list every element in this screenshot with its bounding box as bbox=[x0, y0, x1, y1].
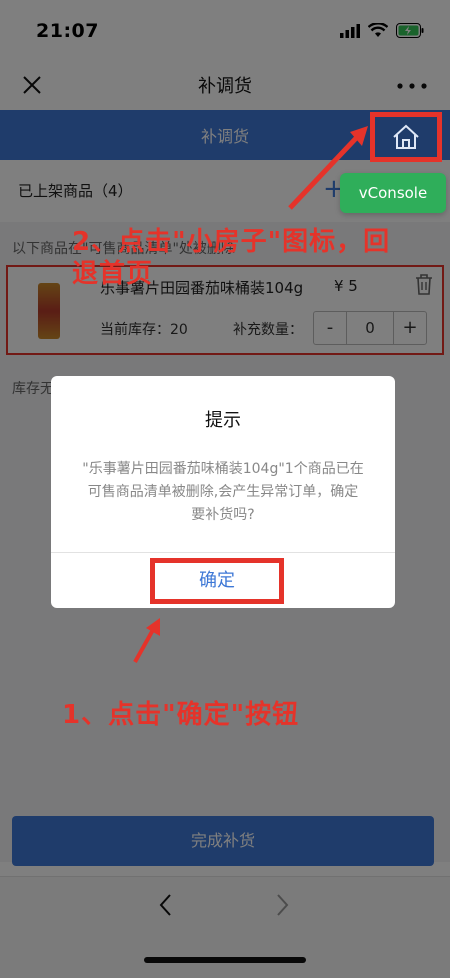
annotation-step2: 2、点击"小房子"图标，回退首页 bbox=[72, 227, 391, 289]
annotation-arrows bbox=[133, 126, 368, 663]
annotation-step1: 1、点击"确定"按钮 bbox=[62, 700, 300, 730]
arrow-to-confirm bbox=[133, 618, 160, 663]
arrow-to-home bbox=[288, 126, 368, 210]
